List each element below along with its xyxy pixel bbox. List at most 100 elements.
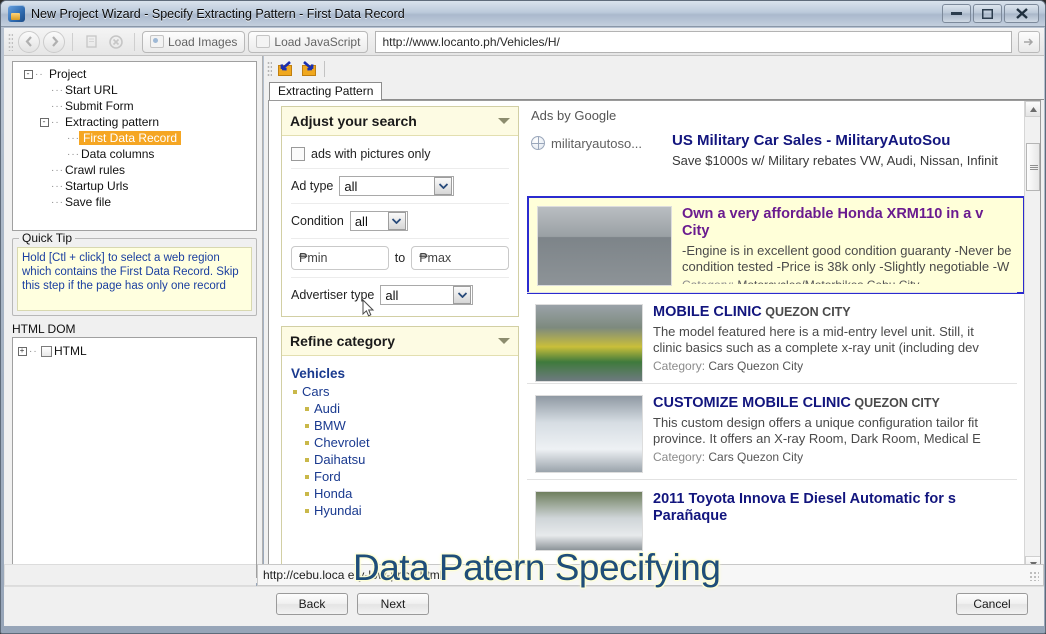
tab-extracting-pattern[interactable]: Extracting Pattern (269, 82, 383, 100)
left-panel: -··Project····Start URL····Submit Form-·… (4, 56, 263, 583)
category-item-cars[interactable]: Cars (291, 383, 509, 400)
tree-dash: ·· (35, 68, 44, 80)
browser-toolbar: Load Images Load JavaScript http://www.l… (4, 28, 1044, 56)
scrollbar-thumb[interactable] (1026, 143, 1040, 191)
refine-category-header[interactable]: Refine category (282, 327, 518, 356)
dom-expander[interactable]: + (15, 346, 29, 356)
tree-item-label: Startup Urls (65, 179, 129, 193)
pictures-only-label: ads with pictures only (311, 147, 431, 161)
tree-expander[interactable]: - (21, 69, 35, 79)
web-preview[interactable]: Adjust your search ads with pictures onl… (268, 100, 1041, 573)
category-item-daihatsu[interactable]: Daihatsu (291, 451, 509, 468)
motorcycle-thumbnail (537, 206, 672, 286)
tree-item-start-url[interactable]: ····Start URL (15, 82, 254, 98)
wizard-icon (8, 5, 25, 22)
price-min-input[interactable]: ₱min (291, 246, 389, 270)
record-title-line2: Parañaque (653, 508, 728, 524)
record-title[interactable]: Own a very affordable Honda XRM110 in a … (682, 206, 1015, 223)
close-button[interactable] (1004, 4, 1039, 23)
import-pattern-icon[interactable] (275, 59, 295, 79)
advertiser-type-select[interactable]: all (380, 285, 474, 305)
pictures-only-row[interactable]: ads with pictures only (291, 142, 509, 166)
chevron-down-icon[interactable] (387, 212, 406, 230)
record-title[interactable]: MOBILE CLINIC QUEZON CITY (653, 304, 1017, 321)
page-vertical-scrollbar[interactable] (1024, 101, 1040, 572)
record-item[interactable]: MOBILE CLINIC QUEZON CITY The model featu… (527, 296, 1025, 386)
category-item-honda[interactable]: Honda (291, 485, 509, 502)
google-ad[interactable]: militaryautoso... (531, 136, 642, 151)
tree-item-label: Extracting pattern (65, 115, 160, 129)
category-item-bmw[interactable]: BMW (291, 417, 509, 434)
annotation-caption: Data Patern Specifying (353, 547, 721, 588)
adjust-search-header[interactable]: Adjust your search (282, 107, 518, 136)
tree-item-save-file[interactable]: ····Save file (15, 194, 254, 210)
record-title-location: QUEZON CITY (850, 396, 940, 410)
price-range-row: ₱min to ₱max (291, 241, 509, 275)
category-item-chevrolet[interactable]: Chevrolet (291, 434, 509, 451)
url-input[interactable]: http://www.locanto.ph/Vehicles/H/ (375, 30, 1012, 53)
dom-root-row[interactable]: + ·· HTML (15, 343, 254, 359)
pictures-only-checkbox[interactable] (291, 147, 305, 161)
project-tree[interactable]: -··Project····Start URL····Submit Form-·… (12, 61, 257, 231)
record-item[interactable]: CUSTOMIZE MOBILE CLINIC QUEZON CITY This … (527, 387, 1025, 477)
tree-item-data-columns[interactable]: ····Data columns (15, 146, 254, 162)
refresh-icon[interactable] (80, 31, 102, 53)
forward-arrow-icon[interactable] (43, 30, 65, 53)
bullet-icon (305, 508, 309, 513)
price-to-label: to (394, 251, 406, 265)
record-title[interactable]: CUSTOMIZE MOBILE CLINIC QUEZON CITY (653, 395, 1017, 412)
tree-item-project[interactable]: - ·· Project (15, 66, 254, 82)
ad-type-label: Ad type (291, 179, 334, 193)
tree-item-label: Data columns (81, 147, 155, 161)
tree-expander[interactable]: - (37, 117, 51, 127)
back-arrow-icon[interactable] (18, 30, 40, 53)
url-value: http://www.locanto.ph/Vehicles/H/ (382, 34, 560, 49)
dom-root-checkbox[interactable] (41, 345, 52, 357)
category-item-audi[interactable]: Audi (291, 400, 509, 417)
export-pattern-icon[interactable] (298, 59, 318, 79)
stop-icon[interactable] (105, 31, 127, 53)
google-ad-text[interactable]: US Military Car Sales - MilitaryAutoSou … (672, 132, 998, 168)
condition-select[interactable]: all (349, 211, 408, 231)
quick-tip-legend: Quick Tip (19, 231, 76, 245)
tree-item-first-data-record[interactable]: ····First Data Record (15, 130, 254, 146)
category-item-ford[interactable]: Ford (291, 468, 509, 485)
tree-item-crawl-rules[interactable]: ····Crawl rules (15, 162, 254, 178)
tree-item-extracting-pattern[interactable]: - ·· Extracting pattern (15, 114, 254, 130)
tree-expander-box: - (23, 69, 33, 79)
ad-type-select[interactable]: all (339, 176, 455, 196)
application-window: New Project Wizard - Specify Extracting … (0, 0, 1046, 634)
chevron-down-icon[interactable] (498, 118, 510, 124)
divider (291, 238, 509, 239)
next-button[interactable]: Next (357, 593, 429, 615)
minimize-button[interactable] (942, 4, 971, 23)
cancel-button[interactable]: Cancel (956, 593, 1028, 615)
pattern-toolbar-grip[interactable] (267, 61, 272, 77)
price-max-input[interactable]: ₱max (411, 246, 509, 270)
script-icon (256, 35, 271, 48)
record-title[interactable]: 2011 Toyota Innova E Diesel Automatic fo… (653, 491, 1017, 508)
tree-item-submit-form[interactable]: ····Submit Form (15, 98, 254, 114)
window-title: New Project Wizard - Specify Extracting … (31, 6, 405, 21)
google-ad-desc: Save $1000s w/ Military rebates VW, Audi… (672, 153, 998, 168)
back-button[interactable]: Back (276, 593, 348, 615)
category-item-hyundai[interactable]: Hyundai (291, 502, 509, 519)
go-arrow-icon[interactable] (1018, 30, 1040, 53)
load-javascript-button[interactable]: Load JavaScript (248, 30, 369, 53)
toolbar-grip[interactable] (8, 32, 13, 51)
record-item[interactable]: Own a very affordable Honda XRM110 in a … (527, 196, 1025, 294)
html-dom-tree[interactable]: + ·· HTML (12, 337, 257, 578)
resize-grip[interactable] (1029, 571, 1039, 581)
load-images-button[interactable]: Load Images (142, 30, 246, 53)
chevron-down-icon[interactable] (498, 338, 510, 344)
load-javascript-label: Load JavaScript (274, 34, 361, 49)
tree-item-startup-urls[interactable]: ····Startup Urls (15, 178, 254, 194)
tree-item-label: Start URL (65, 83, 118, 97)
scroll-up-button[interactable] (1025, 101, 1040, 117)
tree-dash: ···· (51, 196, 63, 208)
chevron-down-icon[interactable] (453, 286, 472, 304)
category-label: BMW (314, 418, 346, 433)
load-images-label: Load Images (168, 34, 238, 49)
chevron-down-icon[interactable] (434, 177, 453, 195)
maximize-button[interactable] (973, 4, 1002, 23)
